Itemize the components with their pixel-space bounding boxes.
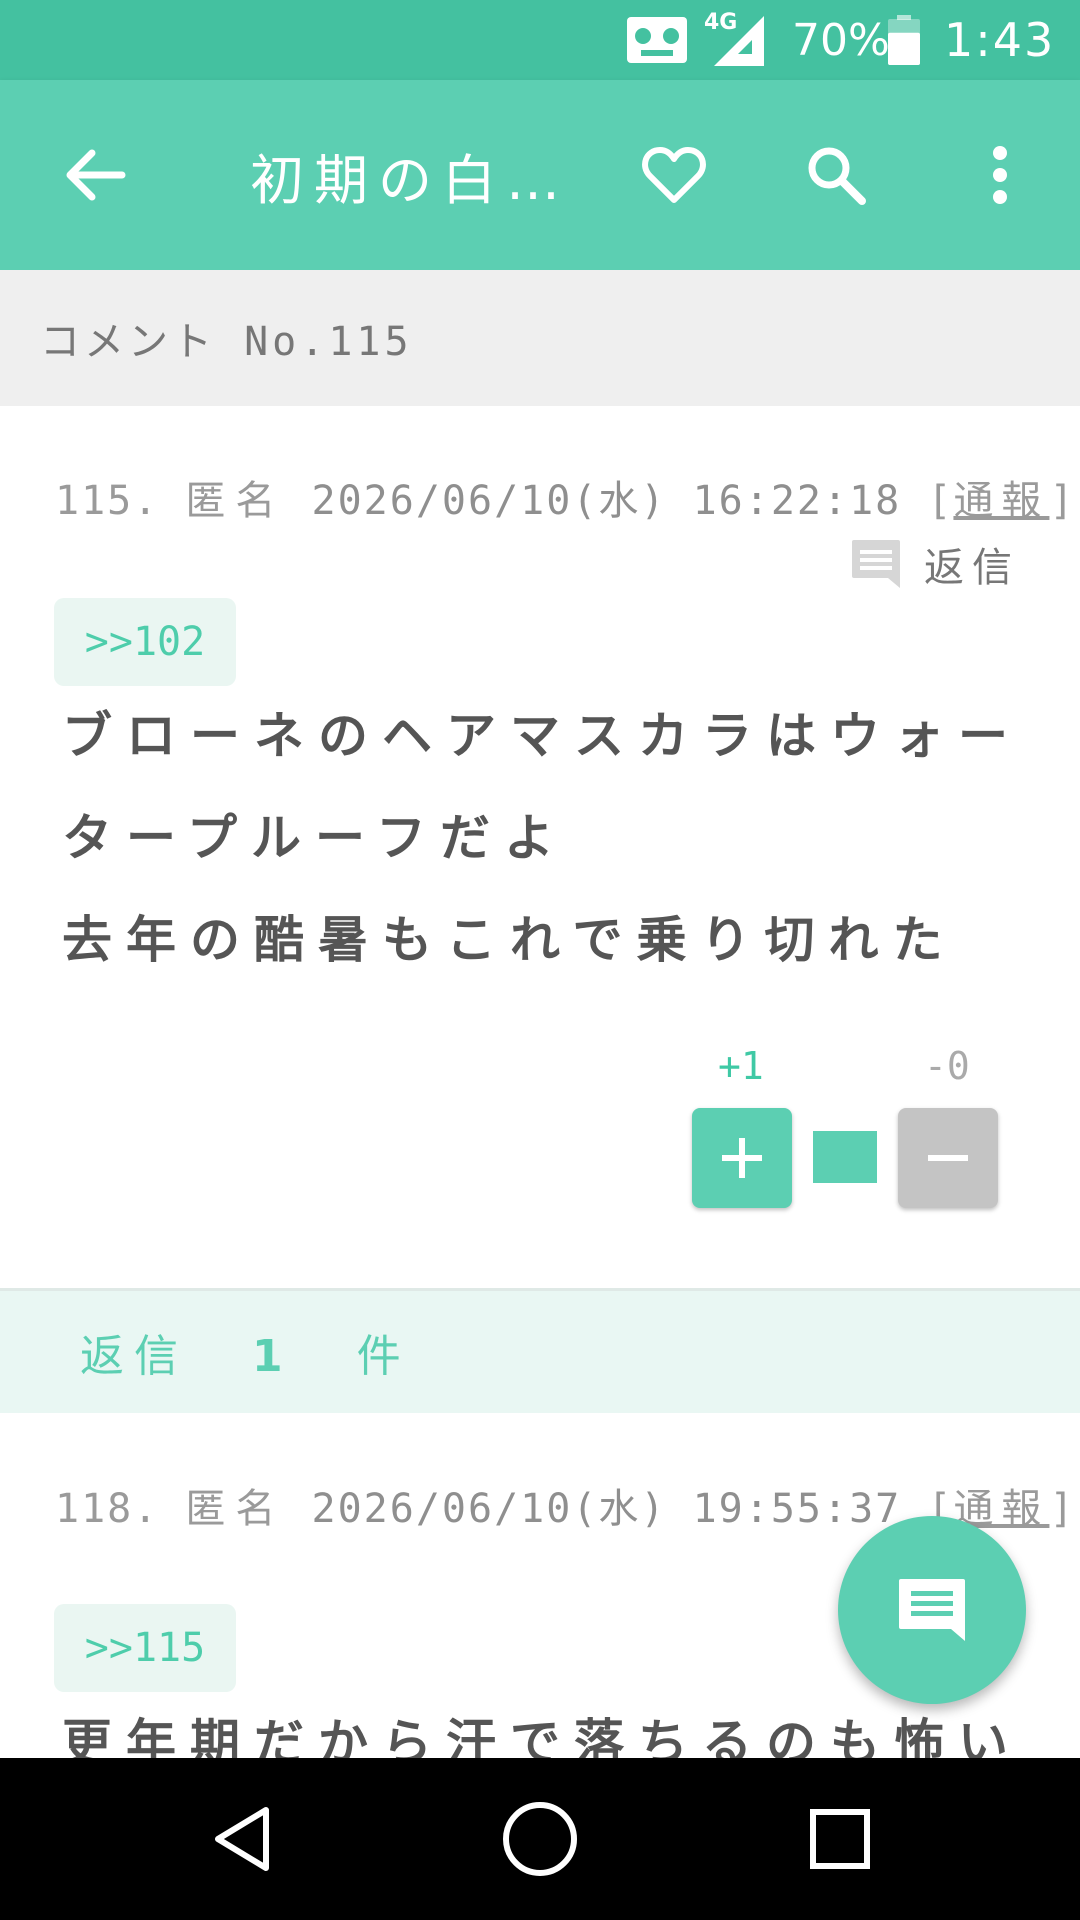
reply-anchor-link[interactable]: >>115 [54, 1604, 236, 1692]
anchor-link[interactable]: >>102 [54, 598, 236, 686]
replies-count: 1 [252, 1331, 293, 1382]
back-button[interactable] [44, 80, 144, 270]
comment-icon [852, 540, 900, 588]
more-vert-icon [993, 146, 1007, 204]
report-bracket-close: ] [1049, 478, 1076, 524]
signal-4g-icon: 4G [704, 0, 768, 80]
reply-line: 更年期だから汗で落ちるのも怖い [62, 1714, 1022, 1758]
status-bar: 4G 70% 1:43 [0, 0, 1080, 80]
reply-body: 更年期だから汗で落ちるのも怖い [62, 1692, 1022, 1758]
compose-comment-button[interactable] [838, 1516, 1026, 1704]
replies-title: 返信 1 件 [40, 1320, 411, 1384]
clock: 1:43 [944, 13, 1056, 67]
reply-number: 118. [55, 1486, 160, 1532]
comment-line: ブローネのヘアマスカラはウォー [62, 707, 1022, 765]
plus-icon [722, 1138, 762, 1178]
replies-unit: 件 [356, 1331, 411, 1382]
comment-icon [899, 1579, 965, 1641]
comment-author: 匿名 [185, 478, 286, 524]
page-title: 初期の白… [250, 148, 570, 212]
reply-button[interactable]: 返信 [850, 535, 1020, 593]
plus-button[interactable] [692, 1108, 792, 1208]
battery-icon [888, 0, 920, 80]
section-header: コメント No.115 [0, 270, 1080, 406]
nav-back-button[interactable] [172, 1758, 312, 1920]
app-bar: 初期の白… [0, 80, 1080, 270]
vote-ratio-bar [813, 1131, 877, 1183]
comment-number: 115. [55, 478, 160, 524]
voicemail-icon [626, 0, 688, 80]
minus-count: -0 [924, 1044, 970, 1088]
nav-recents-icon [810, 1809, 870, 1869]
navigation-bar [0, 1758, 1080, 1920]
comment-line: タープルーフだよ [62, 809, 568, 867]
report-bracket-open: [ [927, 478, 954, 524]
report-bracket-close: ] [1049, 1486, 1076, 1532]
nav-back-icon [215, 1807, 269, 1871]
back-arrow-icon [66, 149, 126, 201]
plus-count: +1 [718, 1044, 764, 1088]
report-link[interactable]: 通報 [953, 478, 1049, 524]
heart-icon [642, 147, 706, 203]
nav-home-icon [503, 1802, 577, 1876]
favorite-button[interactable] [624, 80, 724, 270]
search-icon [808, 147, 866, 205]
nav-recents-button[interactable] [770, 1758, 910, 1920]
replies-header: 返信 1 件 [0, 1291, 1080, 1413]
more-options-button[interactable] [950, 80, 1050, 270]
vote-ratio-fill [813, 1131, 877, 1183]
reply-datetime: 2026/06/10(水) 19:55:37 [311, 1486, 902, 1532]
comment-body: ブローネのヘアマスカラはウォー タープルーフだよ 去年の酷暑もこれで乗り切れた [62, 685, 1022, 991]
comment-meta: 115. 匿名 2026/06/10(水) 16:22:18 [通報] [55, 468, 1076, 526]
comment-line: 去年の酷暑もこれで乗り切れた [62, 911, 957, 969]
minus-button[interactable] [898, 1108, 998, 1208]
reply-author: 匿名 [185, 1486, 286, 1532]
replies-label: 返信 [80, 1331, 188, 1382]
minus-icon [928, 1155, 968, 1161]
nav-home-button[interactable] [470, 1758, 610, 1920]
battery-percent: 70% [792, 14, 890, 66]
reply-label: 返信 [924, 545, 1020, 591]
comment-datetime: 2026/06/10(水) 16:22:18 [311, 478, 902, 524]
section-title: コメント No.115 [40, 319, 413, 365]
search-button[interactable] [786, 80, 886, 270]
